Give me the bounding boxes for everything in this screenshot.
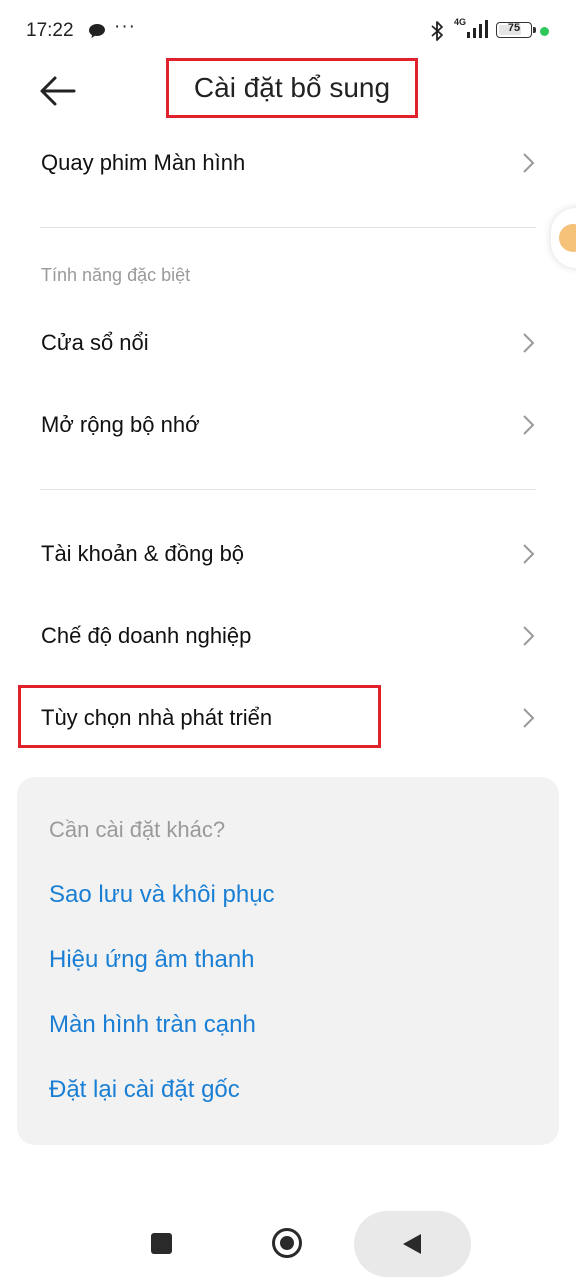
list-item-enterprise-mode[interactable]: Chế độ doanh nghiệp xyxy=(0,597,576,675)
home-circle-icon xyxy=(280,1236,294,1250)
battery-level-text: 75 xyxy=(507,22,521,34)
signal-strength-icon xyxy=(467,20,488,38)
nav-home-button[interactable] xyxy=(272,1228,302,1258)
chevron-right-icon xyxy=(523,544,535,564)
item-label: Chế độ doanh nghiệp xyxy=(41,623,252,648)
item-label: Tài khoản & đồng bộ xyxy=(41,541,245,566)
item-label: Mở rộng bộ nhớ xyxy=(41,412,200,437)
screen: 17:22 ··· 4G 75 Cài đặt bổ sung Quay phi… xyxy=(0,0,576,1280)
status-bar: 17:22 ··· 4G 75 xyxy=(0,0,576,60)
status-indicator-dot xyxy=(540,27,549,36)
item-label: Cửa sổ nổi xyxy=(41,330,149,355)
list-item-accounts-sync[interactable]: Tài khoản & đồng bộ xyxy=(0,515,576,593)
suggestion-link-backup-restore[interactable]: Sao lưu và khôi phục xyxy=(49,881,275,909)
nav-back-button[interactable] xyxy=(354,1211,471,1277)
suggestion-link-factory-reset[interactable]: Đặt lại cài đặt gốc xyxy=(49,1076,240,1104)
divider xyxy=(40,489,536,490)
page-title: Cài đặt bổ sung xyxy=(166,58,418,118)
suggestions-card: Cần cài đặt khác? Sao lưu và khôi phục H… xyxy=(17,777,559,1145)
list-item-screen-recording[interactable]: Quay phim Màn hình xyxy=(0,124,576,202)
chevron-right-icon xyxy=(523,708,535,728)
list-item-memory-expansion[interactable]: Mở rộng bộ nhớ xyxy=(0,386,576,464)
chevron-right-icon xyxy=(523,415,535,435)
suggestion-link-sound-effects[interactable]: Hiệu ứng âm thanh xyxy=(49,946,255,974)
chevron-right-icon xyxy=(523,153,535,173)
battery-icon: 75 xyxy=(496,22,536,38)
back-button[interactable] xyxy=(34,70,84,112)
battery-tip xyxy=(533,27,536,33)
floating-assistant-handle[interactable] xyxy=(551,208,576,268)
arrow-left-icon xyxy=(40,76,76,106)
divider xyxy=(40,227,536,228)
suggestions-title: Cần cài đặt khác? xyxy=(49,817,226,842)
item-label: Quay phim Màn hình xyxy=(41,150,246,175)
chat-bubble-icon xyxy=(89,24,105,38)
list-item-floating-window[interactable]: Cửa sổ nổi xyxy=(0,304,576,382)
item-label: Tùy chọn nhà phát triển xyxy=(41,705,273,730)
list-item-developer-options[interactable]: Tùy chọn nhà phát triển xyxy=(0,679,576,757)
status-time: 17:22 xyxy=(26,20,74,41)
network-type-label: 4G xyxy=(454,17,467,27)
bluetooth-icon xyxy=(431,21,443,41)
nav-recents-button[interactable] xyxy=(151,1233,172,1254)
assistant-icon xyxy=(559,224,576,252)
triangle-back-icon xyxy=(403,1234,421,1254)
section-header-special-features: Tính năng đặc biệt xyxy=(41,265,191,285)
status-more-icon: ··· xyxy=(114,16,136,37)
chevron-right-icon xyxy=(523,333,535,353)
suggestion-link-edge-screen[interactable]: Màn hình tràn cạnh xyxy=(49,1011,256,1039)
chevron-right-icon xyxy=(523,626,535,646)
